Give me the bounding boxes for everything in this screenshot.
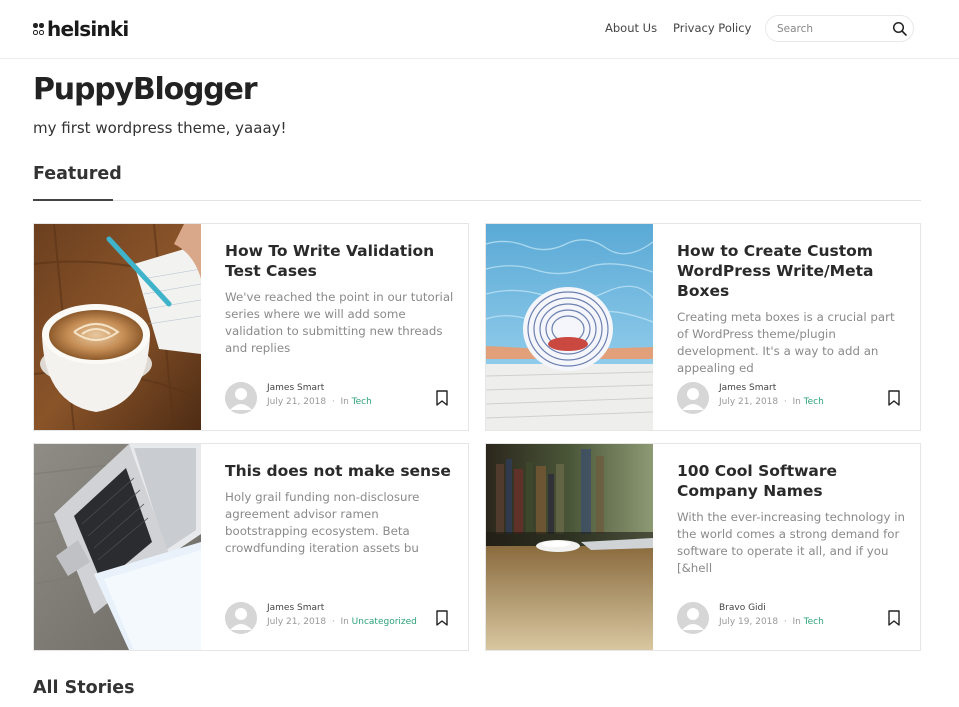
post-meta: Bravo Gidi July 19, 2018 · In Tech <box>677 602 907 634</box>
post-excerpt: With the ever-increasing technology in t… <box>677 510 905 575</box>
logo-text: helsinki <box>47 17 129 41</box>
post-in-label: In <box>340 617 349 627</box>
author-name[interactable]: James Smart <box>267 383 324 393</box>
post-in-label: In <box>340 397 349 407</box>
site-header: helsinki About Us Privacy Policy <box>0 0 959 59</box>
post-title[interactable]: 100 Cool Software Company Names <box>677 461 907 501</box>
post-card[interactable]: 100 Cool Software Company Names With the… <box>485 443 921 651</box>
bookmark-icon[interactable] <box>888 610 900 626</box>
site-tagline: my first wordpress theme, yaaay! <box>33 119 287 137</box>
post-card[interactable]: How to Create Custom WordPress Write/Met… <box>485 223 921 431</box>
post-card[interactable]: How To Write Validation Test Cases We've… <box>33 223 469 431</box>
author-name[interactable]: James Smart <box>267 603 324 613</box>
post-in-label: In <box>792 397 801 407</box>
author-name[interactable]: Bravo Gidi <box>719 603 766 613</box>
post-category-link[interactable]: Tech <box>352 397 372 407</box>
post-date-line: July 21, 2018 · In Tech <box>267 397 372 407</box>
logo-mark-icon <box>33 20 45 38</box>
author-avatar[interactable] <box>225 382 257 414</box>
post-category-link[interactable]: Uncategorized <box>352 617 417 627</box>
author-avatar[interactable] <box>677 382 709 414</box>
post-date-line: July 21, 2018 · In Uncategorized <box>267 617 417 627</box>
post-excerpt: Creating meta boxes is a crucial part of… <box>677 310 895 375</box>
site-title[interactable]: PuppyBlogger <box>33 72 258 107</box>
all-stories-heading: All Stories <box>33 678 135 698</box>
post-thumbnail-laptop[interactable] <box>34 444 201 650</box>
post-title[interactable]: How to Create Custom WordPress Write/Met… <box>677 241 907 301</box>
post-date: July 19, 2018 <box>719 617 779 627</box>
search-box <box>765 15 914 42</box>
post-title[interactable]: How To Write Validation Test Cases <box>225 241 455 281</box>
author-avatar[interactable] <box>225 602 257 634</box>
post-category-link[interactable]: Tech <box>804 617 824 627</box>
post-meta: James Smart July 21, 2018 · In Tech <box>225 382 455 414</box>
nav-link-privacy[interactable]: Privacy Policy <box>673 21 751 35</box>
site-logo[interactable]: helsinki <box>33 17 129 41</box>
post-thumbnail-desk[interactable] <box>486 444 653 650</box>
post-thumbnail-pool[interactable] <box>486 224 653 430</box>
bookmark-icon[interactable] <box>888 390 900 406</box>
post-date-line: July 21, 2018 · In Tech <box>719 397 824 407</box>
search-input[interactable] <box>777 21 887 36</box>
author-avatar[interactable] <box>677 602 709 634</box>
author-name[interactable]: James Smart <box>719 383 776 393</box>
post-date: July 21, 2018 <box>719 397 779 407</box>
nav-link-about[interactable]: About Us <box>605 21 657 35</box>
post-title[interactable]: This does not make sense <box>225 461 455 481</box>
nav-item-privacy[interactable]: Privacy Policy <box>673 21 751 35</box>
search-icon[interactable] <box>892 21 908 37</box>
post-date: July 21, 2018 <box>267 397 327 407</box>
section-divider-accent <box>33 199 113 201</box>
post-excerpt: We've reached the point in our tutorial … <box>225 290 454 355</box>
post-thumbnail-coffee[interactable] <box>34 224 201 430</box>
bookmark-icon[interactable] <box>436 610 448 626</box>
nav-item-about[interactable]: About Us <box>605 21 657 35</box>
post-card[interactable]: This does not make sense Holy grail fund… <box>33 443 469 651</box>
post-meta: James Smart July 21, 2018 · In Tech <box>677 382 907 414</box>
section-divider <box>33 200 921 201</box>
bookmark-icon[interactable] <box>436 390 448 406</box>
post-meta: James Smart July 21, 2018 · In Uncategor… <box>225 602 455 634</box>
post-date-line: July 19, 2018 · In Tech <box>719 617 824 627</box>
post-excerpt: Holy grail funding non-disclosure agreem… <box>225 490 420 555</box>
post-in-label: In <box>792 617 801 627</box>
featured-heading: Featured <box>33 164 122 184</box>
post-category-link[interactable]: Tech <box>804 397 824 407</box>
post-date: July 21, 2018 <box>267 617 327 627</box>
